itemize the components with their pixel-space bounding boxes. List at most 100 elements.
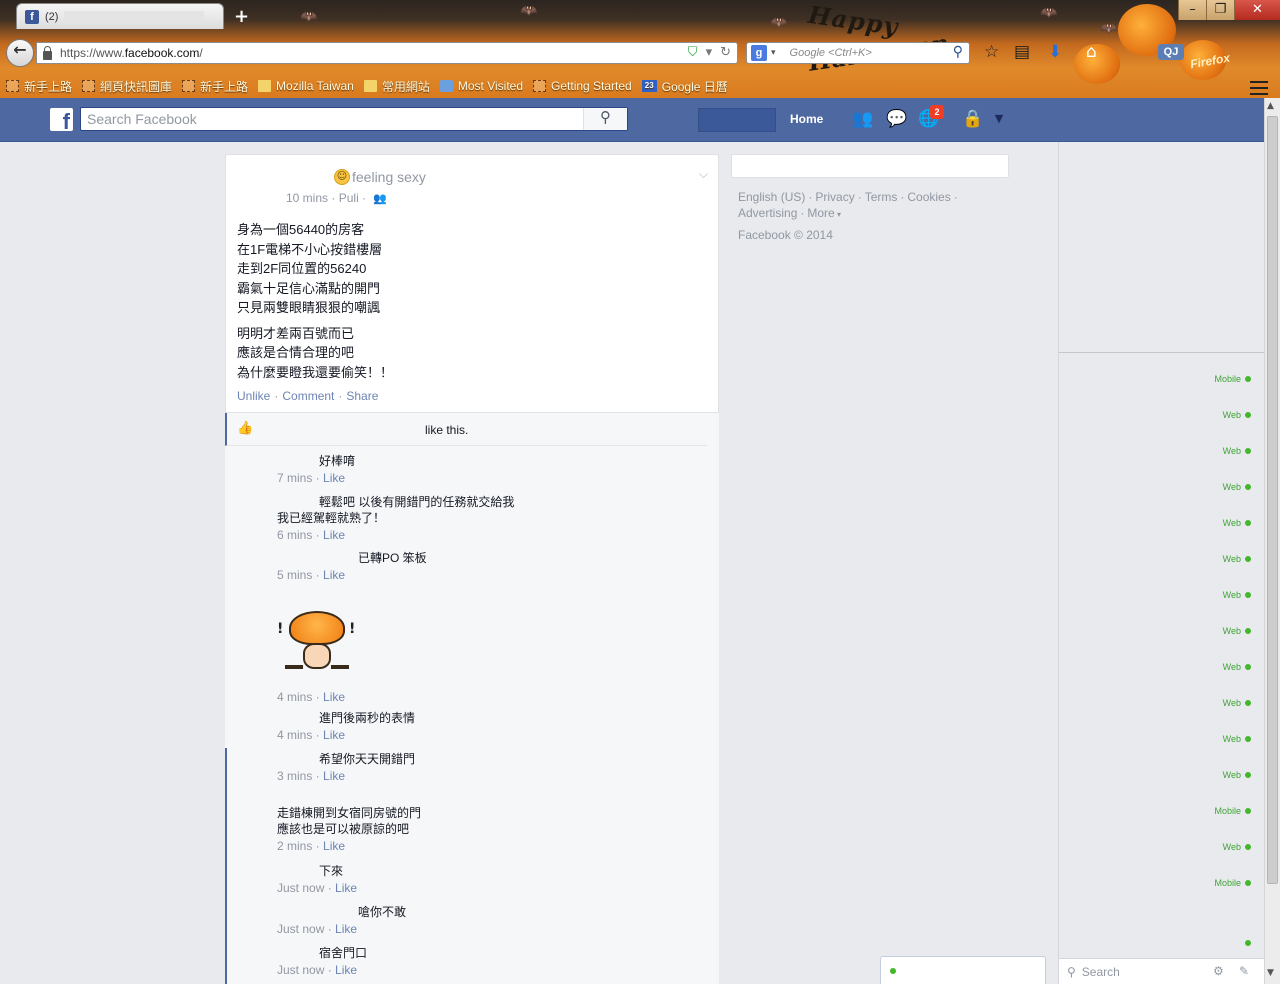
friends-audience-icon[interactable]: 👥: [373, 192, 387, 205]
bookmark-item[interactable]: 常用網站: [363, 78, 430, 95]
back-button[interactable]: ←: [6, 39, 34, 67]
home-icon[interactable]: ⌂: [1086, 42, 1097, 62]
shield-icon[interactable]: ⛉: [688, 45, 698, 60]
comment-like-link[interactable]: Like: [335, 963, 357, 977]
facebook-search-input[interactable]: [81, 108, 581, 130]
comment-time[interactable]: Just now: [277, 922, 324, 936]
chat-contact[interactable]: Web: [1223, 446, 1251, 456]
friend-requests-icon[interactable]: 👥: [852, 109, 874, 129]
chat-contact[interactable]: Mobile: [1214, 878, 1251, 888]
profile-link-redacted[interactable]: [698, 108, 776, 132]
chat-contact[interactable]: Mobile: [1214, 806, 1251, 816]
comment-like-link[interactable]: Like: [323, 690, 345, 704]
download-icon[interactable]: ⬇: [1048, 42, 1062, 62]
chat-contact[interactable]: Web: [1223, 518, 1251, 528]
presence-label: Web: [1222, 482, 1241, 492]
bookmark-item[interactable]: Getting Started: [533, 79, 632, 93]
comment-link[interactable]: Comment: [282, 389, 334, 403]
scrollbar-thumb[interactable]: [1267, 116, 1278, 884]
footer-link[interactable]: English (US): [738, 190, 805, 204]
footer-link[interactable]: Privacy: [815, 190, 854, 204]
chat-contact[interactable]: Web: [1223, 554, 1251, 564]
chat-contact[interactable]: Mobile: [1214, 374, 1251, 384]
comment-like-link[interactable]: Like: [323, 528, 345, 542]
scroll-up-arrow-icon[interactable]: ▲: [1267, 101, 1274, 111]
engine-dropdown-icon[interactable]: ▾: [771, 48, 776, 58]
new-tab-button[interactable]: +: [234, 6, 249, 27]
chat-contact[interactable]: Web: [1223, 770, 1251, 780]
search-go-icon[interactable]: ⚲: [953, 44, 963, 60]
comment-text: 走錯棟開到女宿同房號的門: [277, 806, 422, 820]
chat-contact[interactable]: Web: [1223, 662, 1251, 672]
home-link[interactable]: Home: [790, 112, 823, 126]
google-search-engine-icon[interactable]: g: [751, 45, 767, 61]
footer-link[interactable]: Cookies: [907, 190, 950, 204]
messages-icon[interactable]: 💬: [886, 109, 908, 129]
comment-like-link[interactable]: Like: [323, 839, 345, 853]
chat-contact[interactable]: Web: [1223, 410, 1251, 420]
dropdown-arrow-icon[interactable]: ▾: [835, 210, 841, 219]
facebook-logo[interactable]: f: [50, 108, 73, 131]
chat-contact[interactable]: Web: [1223, 590, 1251, 600]
comment-time[interactable]: 6 mins: [277, 528, 312, 542]
account-menu-chevron-icon[interactable]: ▼: [988, 109, 1010, 129]
comment-time[interactable]: Just now: [277, 881, 324, 895]
chat-contact[interactable]: Web: [1223, 626, 1251, 636]
minimize-button[interactable]: –: [1178, 0, 1206, 20]
comment-time[interactable]: 2 mins: [277, 839, 312, 853]
chat-settings-gear-icon[interactable]: ⚙: [1213, 964, 1224, 978]
address-bar[interactable]: https://www.facebook.com/ ⛉ ▾ ↻: [36, 42, 738, 64]
footer-link[interactable]: Advertising: [738, 206, 797, 220]
sticker-image: !!: [277, 609, 357, 685]
online-dot-icon: [1245, 772, 1251, 778]
chat-contact[interactable]: Web: [1223, 698, 1251, 708]
share-link[interactable]: Share: [346, 389, 378, 403]
comment-time[interactable]: 7 mins: [277, 471, 312, 485]
bookmark-star-icon[interactable]: ☆: [984, 42, 999, 62]
bookmark-item[interactable]: Most Visited: [439, 79, 523, 93]
search-bar[interactable]: g ▾ Google <Ctrl+K> ⚲: [746, 42, 970, 64]
search-icon[interactable]: ⚲: [583, 108, 627, 130]
comment-like-link[interactable]: Like: [323, 471, 345, 485]
comment-time[interactable]: Just now: [277, 963, 324, 977]
chat-contact[interactable]: Web: [1223, 842, 1251, 852]
bookmark-item[interactable]: Mozilla Taiwan: [258, 79, 354, 93]
privacy-shortcuts-icon[interactable]: 🔒: [962, 109, 984, 129]
post-timestamp[interactable]: 10 mins: [286, 191, 328, 205]
bookmark-item[interactable]: 新手上路: [182, 78, 248, 95]
chat-contact[interactable]: Web: [1223, 482, 1251, 492]
comment-time[interactable]: 5 mins: [277, 568, 312, 582]
page-scrollbar[interactable]: ▲ ▼: [1264, 98, 1280, 984]
restore-button[interactable]: ❐: [1206, 0, 1234, 20]
reload-icon[interactable]: ↻: [720, 45, 731, 60]
browser-chrome: 🦇 🦇 🦇 🦇 🦇 f (2) + – ❐ ✕ Happy Halloween …: [0, 0, 1280, 98]
post-options-chevron-icon[interactable]: ⌵: [699, 167, 708, 182]
new-message-icon[interactable]: ✎: [1239, 964, 1249, 978]
reading-list-icon[interactable]: ▤: [1014, 42, 1030, 62]
comment-time[interactable]: 3 mins: [277, 769, 312, 783]
bookmark-item[interactable]: 新手上路: [6, 78, 72, 95]
chat-search[interactable]: ⚲ Search ⚙ ✎: [1059, 958, 1264, 984]
comment-time[interactable]: 4 mins: [277, 728, 312, 742]
post-location[interactable]: Puli: [339, 191, 359, 205]
folder-icon: [363, 80, 377, 92]
close-window-button[interactable]: ✕: [1234, 0, 1280, 20]
footer-link[interactable]: More: [807, 206, 834, 220]
comment-like-link[interactable]: Like: [323, 769, 345, 783]
unlike-link[interactable]: Unlike: [237, 389, 270, 403]
comment-time[interactable]: 4 mins: [277, 690, 312, 704]
chat-contact[interactable]: Web: [1223, 734, 1251, 744]
browser-tab-facebook[interactable]: f (2): [16, 3, 224, 29]
comment-like-link[interactable]: Like: [335, 881, 357, 895]
footer-link[interactable]: Terms: [865, 190, 898, 204]
comment-like-link[interactable]: Like: [323, 568, 345, 582]
comment-text: 我已經駕輕就熟了！: [277, 511, 386, 525]
scroll-down-arrow-icon[interactable]: ▼: [1267, 968, 1274, 978]
comment-like-link[interactable]: Like: [323, 728, 345, 742]
bookmark-item[interactable]: 23 Google 日曆: [641, 78, 728, 95]
chat-tab[interactable]: [880, 956, 1046, 984]
post-line: 只見兩雙眼睛狠狠的嘲諷: [237, 300, 381, 315]
dropdown-arrow-icon[interactable]: ▾: [706, 45, 713, 60]
comment-like-link[interactable]: Like: [335, 922, 357, 936]
bookmark-item[interactable]: 網頁快訊圖庫: [82, 78, 172, 95]
